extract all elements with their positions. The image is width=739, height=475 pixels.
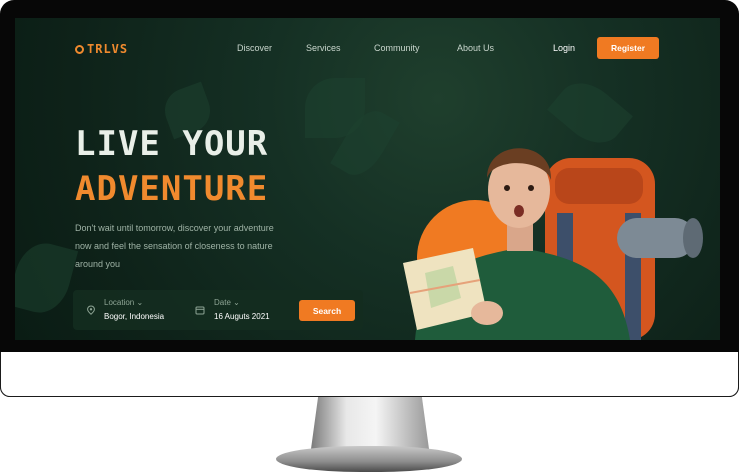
chevron-down-icon: ⌄ [233, 298, 240, 307]
nav-services[interactable]: Services [306, 43, 341, 53]
brand-logo[interactable]: TRLVS [75, 42, 128, 56]
location-field[interactable]: Location ⌄ Bogor, Indonesia [104, 298, 164, 321]
hero-description: Don't wait until tomorrow, discover your… [75, 223, 274, 269]
nav-community[interactable]: Community [374, 43, 420, 53]
website-screen: TRLVS Discover Services Community About … [15, 18, 720, 340]
monitor-stand-neck [311, 397, 429, 449]
date-field[interactable]: Date ⌄ 16 Auguts 2021 [214, 298, 270, 321]
hero-title-line2: ADVENTURE [75, 169, 269, 209]
calendar-icon [195, 306, 205, 315]
background-leaf [15, 237, 79, 319]
login-link[interactable]: Login [553, 43, 575, 53]
location-pin-icon [87, 305, 95, 315]
date-value: 16 Auguts 2021 [214, 312, 270, 321]
location-value: Bogor, Indonesia [104, 312, 165, 321]
search-button[interactable]: Search [299, 300, 355, 321]
register-button[interactable]: Register [597, 37, 659, 59]
search-bar: Location ⌄ Bogor, Indonesia Date ⌄ 16 Au… [73, 290, 363, 330]
hero-title-line1: LIVE YOUR [75, 124, 269, 164]
nav-discover[interactable]: Discover [237, 43, 272, 53]
brand-name: TRLVS [87, 42, 129, 56]
traveler-photo [403, 148, 703, 340]
chevron-down-icon: ⌄ [136, 298, 144, 307]
nav-about-us[interactable]: About Us [457, 43, 494, 53]
monitor-stand-base [276, 446, 462, 472]
location-label: Location [104, 298, 135, 307]
date-label: Date [214, 298, 231, 307]
monitor-chin [0, 352, 739, 397]
logo-icon [75, 44, 84, 54]
